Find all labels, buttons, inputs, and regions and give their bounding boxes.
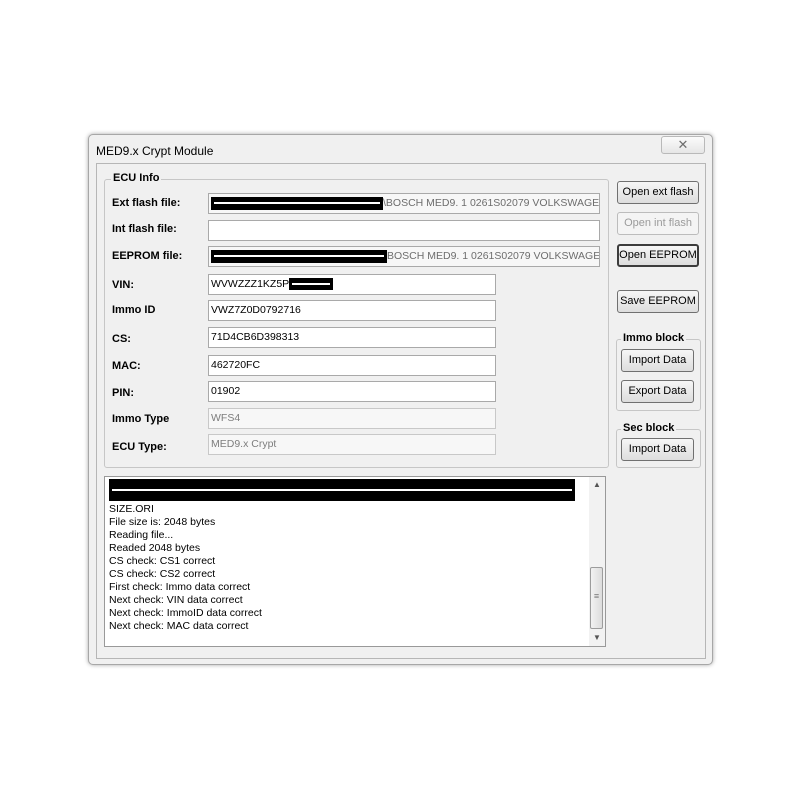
ext-flash-label: Ext flash file: [112,197,181,209]
close-button[interactable]: ✕ [661,136,705,154]
close-icon: ✕ [677,137,689,152]
immo-block-title: Immo block [621,332,687,344]
ecu-info-group: ECU Info Ext flash file: \BOSCH MED9. 1 … [104,172,609,468]
immo-type-field: WFS4 [208,408,496,429]
open-int-flash-button: Open int flash [617,212,699,235]
window-title: MED9.x Crypt Module [96,144,214,158]
immo-block-group: Immo block Import Data Export Data [616,332,701,411]
eeprom-path: BOSCH MED9. 1 0261S02079 VOLKSWAGEN [387,250,600,262]
int-flash-field[interactable] [208,220,600,241]
sec-import-data-button[interactable]: Import Data [621,438,694,461]
open-ext-flash-button[interactable]: Open ext flash [617,181,699,204]
vin-label: VIN: [112,279,134,291]
immo-id-label: Immo ID [112,304,156,316]
log-line: Next check: ImmoID data correct [109,607,262,619]
redacted-vin [289,278,334,291]
log-line-container: SIZE.ORI File size is: 2048 bytes Reading … [109,503,589,633]
pin-label: PIN: [112,387,134,399]
mac-field[interactable]: 462720FC [208,355,496,376]
log-line: Reading file... [109,529,174,541]
mac-label: MAC: [112,360,141,372]
log-line: CS check: CS2 correct [109,568,216,580]
crypt-module-window: MED9.x Crypt Module ✕ ECU Info Ext flash… [88,134,713,665]
log-line: Next check: MAC data correct [109,620,249,632]
redacted-log-line [109,477,589,503]
save-eeprom-button[interactable]: Save EEPROM [617,290,699,313]
ecu-type-label: ECU Type: [112,441,167,453]
title-bar: MED9.x Crypt Module ✕ [89,135,712,165]
ext-flash-path: \BOSCH MED9. 1 0261S02079 VOLKSWAGEN [383,197,600,209]
ext-flash-field[interactable]: \BOSCH MED9. 1 0261S02079 VOLKSWAGEN [208,193,600,214]
immo-type-label: Immo Type [112,413,170,425]
log-line: Next check: VIN data correct [109,594,243,606]
pin-field[interactable]: 01902 [208,381,496,402]
scroll-up-arrow-icon[interactable]: ▲ [589,477,605,493]
log-line: CS check: CS1 correct [109,555,216,567]
immo-import-data-button[interactable]: Import Data [621,349,694,372]
log-line: First check: Immo data correct [109,581,251,593]
vin-field[interactable]: WVWZZZ1KZ5P [208,274,496,295]
int-flash-label: Int flash file: [112,223,177,235]
sec-block-title: Sec block [621,422,677,434]
scroll-thumb[interactable]: ≡ [590,567,603,629]
client-area: ECU Info Ext flash file: \BOSCH MED9. 1 … [96,163,706,659]
redacted-path [211,196,383,210]
sec-block-group: Sec block Import Data [616,422,701,468]
redacted-path [109,479,575,501]
cs-label: CS: [112,333,131,345]
log-scrollbar[interactable]: ▲ ≡ ▼ [589,477,605,646]
log-textarea[interactable]: SIZE.ORI File size is: 2048 bytes Reading … [104,476,606,647]
log-line: File size is: 2048 bytes [109,516,216,528]
eeprom-field[interactable]: BOSCH MED9. 1 0261S02079 VOLKSWAGEN [208,246,600,267]
ecu-info-group-title: ECU Info [111,172,162,184]
cs-field[interactable]: 71D4CB6D398313 [208,327,496,348]
open-eeprom-button[interactable]: Open EEPROM [617,244,699,267]
immo-export-data-button[interactable]: Export Data [621,380,694,403]
log-line: SIZE.ORI [109,503,154,515]
immo-id-field[interactable]: VWZ7Z0D0792716 [208,300,496,321]
log-lines: SIZE.ORI File size is: 2048 bytes Reading … [109,477,589,633]
log-line: Readed 2048 bytes [109,542,201,554]
scroll-down-arrow-icon[interactable]: ▼ [589,630,605,646]
vin-value: WVWZZZ1KZ5P [211,278,290,290]
redacted-path [211,249,387,263]
eeprom-label: EEPROM file: [112,250,183,262]
ecu-type-field: MED9.x Crypt [208,434,496,455]
